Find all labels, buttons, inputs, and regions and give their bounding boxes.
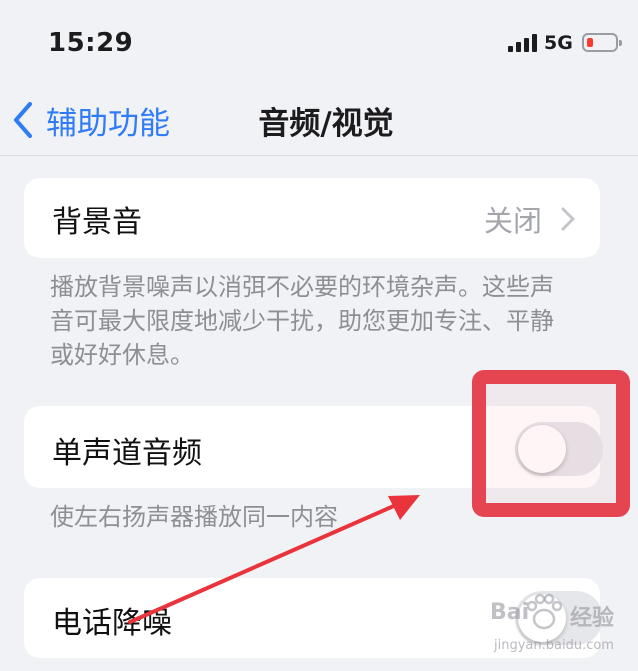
description-line: 音可最大限度地减少干扰，助您更加专注、平静	[50, 307, 554, 335]
phone-noise-label: 电话降噪	[52, 606, 172, 641]
background-sounds-value: 关闭	[483, 204, 542, 238]
battery-icon	[582, 33, 622, 52]
watermark-brand-b: 经验	[570, 606, 615, 631]
watermark-brand-a: Bai	[490, 600, 530, 625]
signal-icon	[508, 34, 538, 52]
highlight-box	[472, 370, 630, 517]
page-title: 音频/视觉	[258, 106, 394, 142]
status-time: 15:29	[48, 28, 134, 58]
description-line: 播放背景噪声以消弭不必要的环境杂声。这些声	[50, 273, 554, 301]
watermark-url: jingyan.baidu.com	[494, 638, 614, 653]
network-type: 5G	[544, 32, 573, 54]
mono-audio-label: 单声道音频	[52, 436, 202, 471]
background-sounds-row[interactable]: 背景音 关闭	[24, 178, 600, 258]
navigation-bar: 辅助功能 音频/视觉	[0, 90, 638, 156]
background-sounds-description: 播放背景噪声以消弭不必要的环境杂声。这些声 音可最大限度地减少干扰，助您更加专注…	[50, 270, 610, 372]
status-bar: 15:29 5G	[0, 0, 638, 90]
baidu-watermark: Bai 经验 jingyan.baidu.com	[490, 590, 638, 671]
background-sounds-label: 背景音	[52, 205, 142, 240]
chevron-right-icon	[561, 207, 575, 231]
description-line: 或好好休息。	[50, 341, 194, 369]
